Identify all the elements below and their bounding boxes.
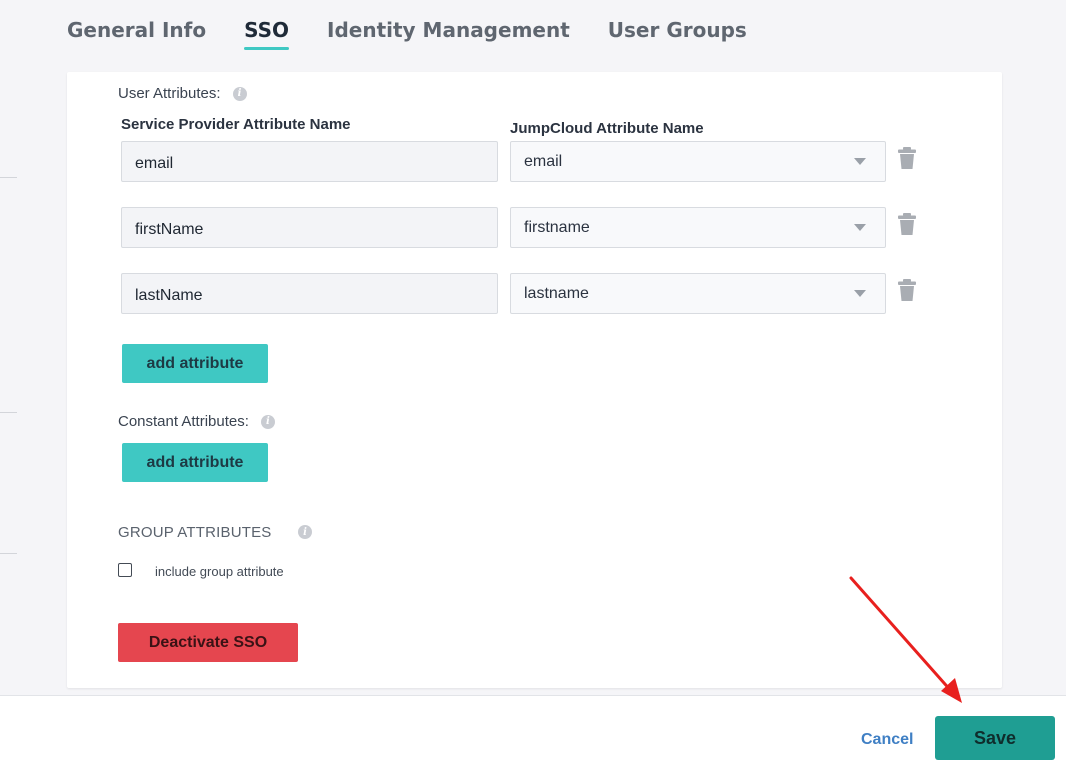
left-divider <box>0 553 17 554</box>
chevron-down-icon <box>854 224 866 231</box>
jc-attribute-value: email <box>524 152 563 170</box>
chevron-down-icon <box>854 158 866 165</box>
include-group-attribute-checkbox[interactable] <box>118 563 132 577</box>
jc-attribute-select[interactable]: firstname <box>510 207 886 248</box>
add-user-attribute-button[interactable]: add attribute <box>122 344 268 383</box>
jc-attribute-select[interactable]: lastname <box>510 273 886 314</box>
group-attributes-label: GROUP ATTRIBUTES <box>118 524 272 541</box>
left-divider <box>0 412 17 413</box>
constant-attributes-label: Constant Attributes: <box>118 413 249 430</box>
sp-attribute-input[interactable] <box>121 273 498 314</box>
user-attributes-heading: User Attributes: i <box>118 85 247 102</box>
info-icon[interactable]: i <box>232 86 247 101</box>
sp-attribute-column-header: Service Provider Attribute Name <box>121 116 351 133</box>
save-button[interactable]: Save <box>935 716 1055 760</box>
user-attributes-label: User Attributes: <box>118 85 221 102</box>
trash-icon[interactable] <box>897 278 917 302</box>
trash-icon[interactable] <box>897 146 917 170</box>
sp-attribute-input[interactable] <box>121 207 498 248</box>
constant-attributes-heading: Constant Attributes: i <box>118 413 275 430</box>
trash-icon[interactable] <box>897 212 917 236</box>
jc-attribute-value: lastname <box>524 284 589 302</box>
deactivate-sso-button[interactable]: Deactivate SSO <box>118 623 298 662</box>
cancel-button[interactable]: Cancel <box>861 731 913 749</box>
jc-attribute-value: firstname <box>524 218 590 236</box>
tab-identity-management[interactable]: Identity Management <box>327 18 570 52</box>
left-divider <box>0 177 17 178</box>
tab-bar: General Info SSO Identity Management Use… <box>67 18 747 52</box>
tab-sso[interactable]: SSO <box>244 18 289 52</box>
add-constant-attribute-button[interactable]: add attribute <box>122 443 268 482</box>
chevron-down-icon <box>854 290 866 297</box>
include-group-attribute-label: include group attribute <box>155 564 284 579</box>
sp-attribute-input[interactable] <box>121 141 498 182</box>
info-icon[interactable]: i <box>298 525 312 539</box>
jc-attribute-select[interactable]: email <box>510 141 886 182</box>
tab-user-groups[interactable]: User Groups <box>608 18 747 52</box>
jc-attribute-column-header: JumpCloud Attribute Name <box>510 120 704 137</box>
info-icon[interactable]: i <box>260 414 275 429</box>
tab-general-info[interactable]: General Info <box>67 18 206 52</box>
